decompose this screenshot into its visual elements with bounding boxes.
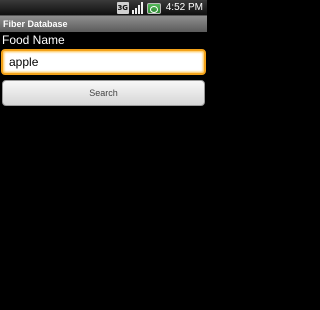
title-bar: Fiber Database: [0, 16, 207, 32]
app-title: Fiber Database: [3, 19, 68, 29]
battery-icon: [146, 2, 161, 14]
status-bar: 3G 4:52 PM: [0, 0, 207, 16]
3g-icon: 3G: [116, 2, 129, 14]
food-name-input[interactable]: [1, 49, 206, 75]
signal-strength-icon: [131, 2, 144, 14]
status-icons: 3G 4:52 PM: [116, 1, 203, 15]
status-time: 4:52 PM: [165, 2, 203, 13]
search-button[interactable]: Search: [2, 80, 205, 106]
food-name-label: Food Name: [2, 33, 65, 47]
